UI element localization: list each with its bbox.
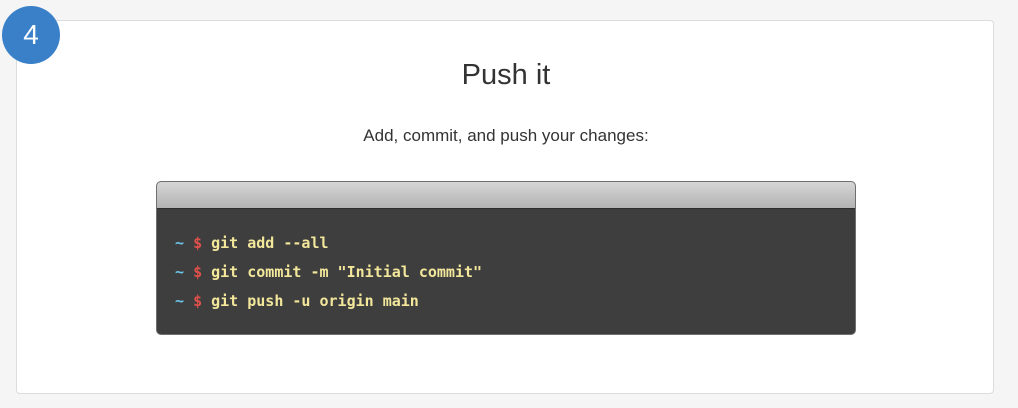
section-title: Push it [461,59,551,91]
step-card: Push it Add, commit, and push your chang… [16,20,994,394]
prompt-symbol: $ [193,263,203,281]
terminal-line: ~ $ git commit -m "Initial commit" [175,261,855,290]
terminal-body[interactable]: ~ $ git add --all ~ $ git commit -m "Ini… [157,209,855,319]
terminal-command[interactable]: git commit -m "Initial commit" [211,263,482,281]
section-subtitle: Add, commit, and push your changes: [363,126,649,145]
prompt-path: ~ [175,292,185,310]
step-number-badge: 4 [2,6,60,64]
prompt-path: ~ [175,263,185,281]
prompt-symbol: $ [193,292,203,310]
terminal-command[interactable]: git push -u origin main [211,292,419,310]
terminal-titlebar [157,182,855,209]
terminal-line: ~ $ git add --all [175,232,855,261]
terminal-command[interactable]: git add --all [211,234,328,252]
terminal-window: ~ $ git add --all ~ $ git commit -m "Ini… [156,181,856,335]
prompt-path: ~ [175,234,185,252]
terminal-line: ~ $ git push -u origin main [175,290,855,319]
prompt-symbol: $ [193,234,203,252]
